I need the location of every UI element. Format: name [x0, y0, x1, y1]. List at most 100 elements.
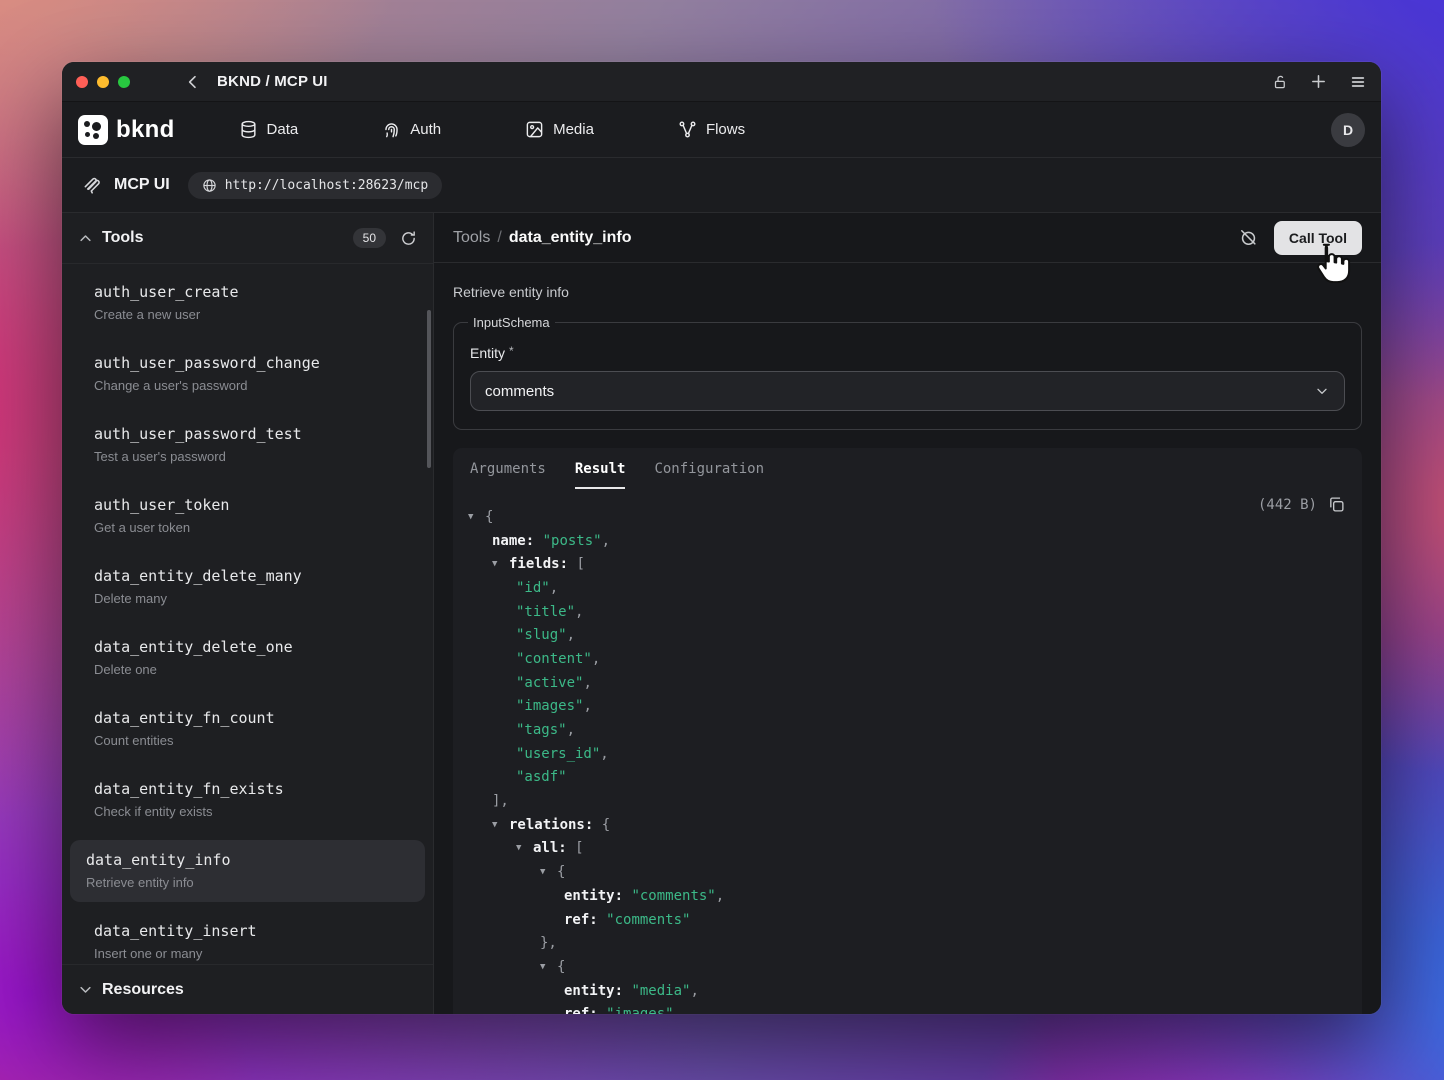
window-title: BKND / MCP UI — [217, 73, 328, 90]
json-line: "content", — [460, 647, 1346, 671]
breadcrumb-section[interactable]: Tools — [453, 229, 490, 247]
tool-description: Retrieve entity info — [86, 875, 409, 890]
tab-configuration[interactable]: Configuration — [654, 461, 764, 489]
mcp-url-pill[interactable]: http://localhost:28623/mcp — [188, 172, 443, 199]
required-marker: * — [509, 344, 514, 358]
tool-list-item[interactable]: data_entity_delete_manyDelete many — [70, 556, 425, 618]
mcp-url: http://localhost:28623/mcp — [225, 178, 429, 193]
refresh-tools-button[interactable] — [400, 230, 417, 247]
entity-select[interactable]: comments — [470, 371, 1345, 411]
menu-button[interactable] — [1349, 74, 1367, 90]
tool-detail-panel: Tools / data_entity_info Call Tool Retri… — [434, 213, 1381, 1014]
nav-item-flows[interactable]: Flows — [678, 120, 745, 139]
tool-name: auth_user_create — [94, 283, 401, 301]
tool-list-item[interactable]: auth_user_password_change Change a user's… — [70, 343, 425, 405]
tool-description: Change a user's password — [94, 378, 401, 393]
collapse-arrow-icon[interactable]: ▼ — [492, 559, 509, 569]
tools-section-header[interactable]: Tools 50 — [62, 213, 433, 263]
minimize-button[interactable] — [97, 76, 109, 88]
nav-item-data[interactable]: Data — [239, 120, 299, 139]
new-tab-button[interactable] — [1310, 73, 1327, 90]
json-line: ▼relations: { — [460, 813, 1346, 837]
top-navbar: bknd Data Auth Media Flows D — [62, 102, 1381, 158]
json-line: "title", — [460, 600, 1346, 624]
json-line: ▼{ — [460, 505, 1346, 529]
tool-list-item[interactable]: data_entity_fn_count Count entities — [70, 698, 425, 760]
json-line: ], — [460, 789, 1346, 813]
tool-list-item[interactable]: auth_user_token Get a user token — [70, 485, 425, 547]
input-schema-fieldset: InputSchema Entity* comments — [453, 315, 1362, 430]
tool-description: Get a user token — [94, 520, 401, 535]
tool-list-item[interactable]: data_entity_infoRetrieve entity info — [70, 840, 425, 902]
tool-description: Retrieve entity info — [453, 284, 1362, 300]
json-line: name: "posts", — [460, 529, 1346, 553]
breadcrumb-separator: / — [497, 229, 501, 247]
flows-icon — [678, 120, 697, 139]
nav-item-media[interactable]: Media — [525, 120, 594, 139]
collapse-arrow-icon[interactable]: ▼ — [516, 843, 533, 853]
mcp-ui-title: MCP UI — [114, 176, 170, 194]
tool-list-item[interactable]: auth_user_password_testTest a user's pas… — [70, 414, 425, 476]
brand-logo[interactable]: bknd — [78, 115, 175, 145]
tool-name: data_entity_fn_exists — [94, 780, 401, 798]
zoom-button[interactable] — [118, 76, 130, 88]
tool-list: auth_user_createCreate a new userauth_us… — [62, 263, 433, 964]
tools-count-badge: 50 — [353, 228, 386, 248]
entity-field-label: Entity* — [470, 344, 1345, 361]
chevron-down-icon — [78, 982, 93, 997]
json-line: ▼{ — [460, 860, 1346, 884]
tools-section-label: Tools — [102, 229, 143, 247]
call-tool-button[interactable]: Call Tool — [1274, 221, 1362, 255]
tool-list-item[interactable]: data_entity_insertInsert one or many — [70, 911, 425, 964]
tool-name: auth_user_password_change — [94, 354, 401, 372]
json-line: "tags", — [460, 718, 1346, 742]
tool-name: data_entity_delete_many — [94, 567, 401, 585]
tab-result[interactable]: Result — [575, 461, 626, 489]
json-line: "slug", — [460, 623, 1346, 647]
json-result-view: ▼{name: "posts",▼fields: ["id","title","… — [453, 489, 1362, 1014]
tool-list-item[interactable]: data_entity_fn_existsCheck if entity exi… — [70, 769, 425, 831]
tool-list-item[interactable]: auth_user_create Create a new user — [70, 272, 425, 334]
sidebar-scrollbar[interactable] — [427, 310, 431, 468]
plus-icon — [1310, 73, 1327, 90]
tool-detail-header: Tools / data_entity_info Call Tool — [434, 213, 1381, 263]
result-size-label: (442 B) — [1258, 497, 1317, 513]
eye-off-button[interactable] — [1239, 228, 1258, 247]
collapse-arrow-icon[interactable]: ▼ — [540, 962, 557, 972]
collapse-arrow-icon[interactable]: ▼ — [492, 820, 509, 830]
tool-name: auth_user_token — [94, 496, 401, 514]
json-line: "users_id", — [460, 742, 1346, 766]
breadcrumb-tool-name: data_entity_info — [509, 229, 632, 247]
bknd-logo-icon — [78, 115, 108, 145]
nav-item-label: Media — [553, 121, 594, 138]
tool-description: Count entities — [94, 733, 401, 748]
close-button[interactable] — [76, 76, 88, 88]
json-line: ref: "comments" — [460, 908, 1346, 932]
entity-select-value: comments — [485, 383, 554, 400]
back-button[interactable] — [181, 70, 205, 94]
nav-item-label: Data — [267, 121, 299, 138]
tab-arguments[interactable]: Arguments — [470, 461, 546, 489]
refresh-icon — [400, 230, 417, 247]
collapse-arrow-icon[interactable]: ▼ — [540, 867, 557, 877]
json-line: ▼fields: [ — [460, 552, 1346, 576]
globe-icon — [202, 178, 217, 193]
nav-item-label: Auth — [410, 121, 441, 138]
copy-result-button[interactable] — [1328, 496, 1345, 513]
user-avatar[interactable]: D — [1331, 113, 1365, 147]
lock-icon[interactable] — [1273, 74, 1288, 90]
json-line: entity: "media", — [460, 979, 1346, 1003]
resources-section-label: Resources — [102, 981, 184, 999]
collapse-arrow-icon[interactable]: ▼ — [468, 512, 485, 522]
tool-list-item[interactable]: data_entity_delete_oneDelete one — [70, 627, 425, 689]
mcp-logo-icon — [82, 175, 102, 195]
nav-item-auth[interactable]: Auth — [382, 120, 441, 139]
chevron-down-icon — [1314, 383, 1330, 399]
tool-name: data_entity_fn_count — [94, 709, 401, 727]
chevron-up-icon — [78, 231, 93, 246]
resources-section-header[interactable]: Resources — [62, 964, 433, 1014]
hamburger-icon — [1349, 74, 1367, 90]
tool-description: Create a new user — [94, 307, 401, 322]
json-line: "asdf" — [460, 766, 1346, 790]
brand-name: bknd — [116, 116, 175, 144]
